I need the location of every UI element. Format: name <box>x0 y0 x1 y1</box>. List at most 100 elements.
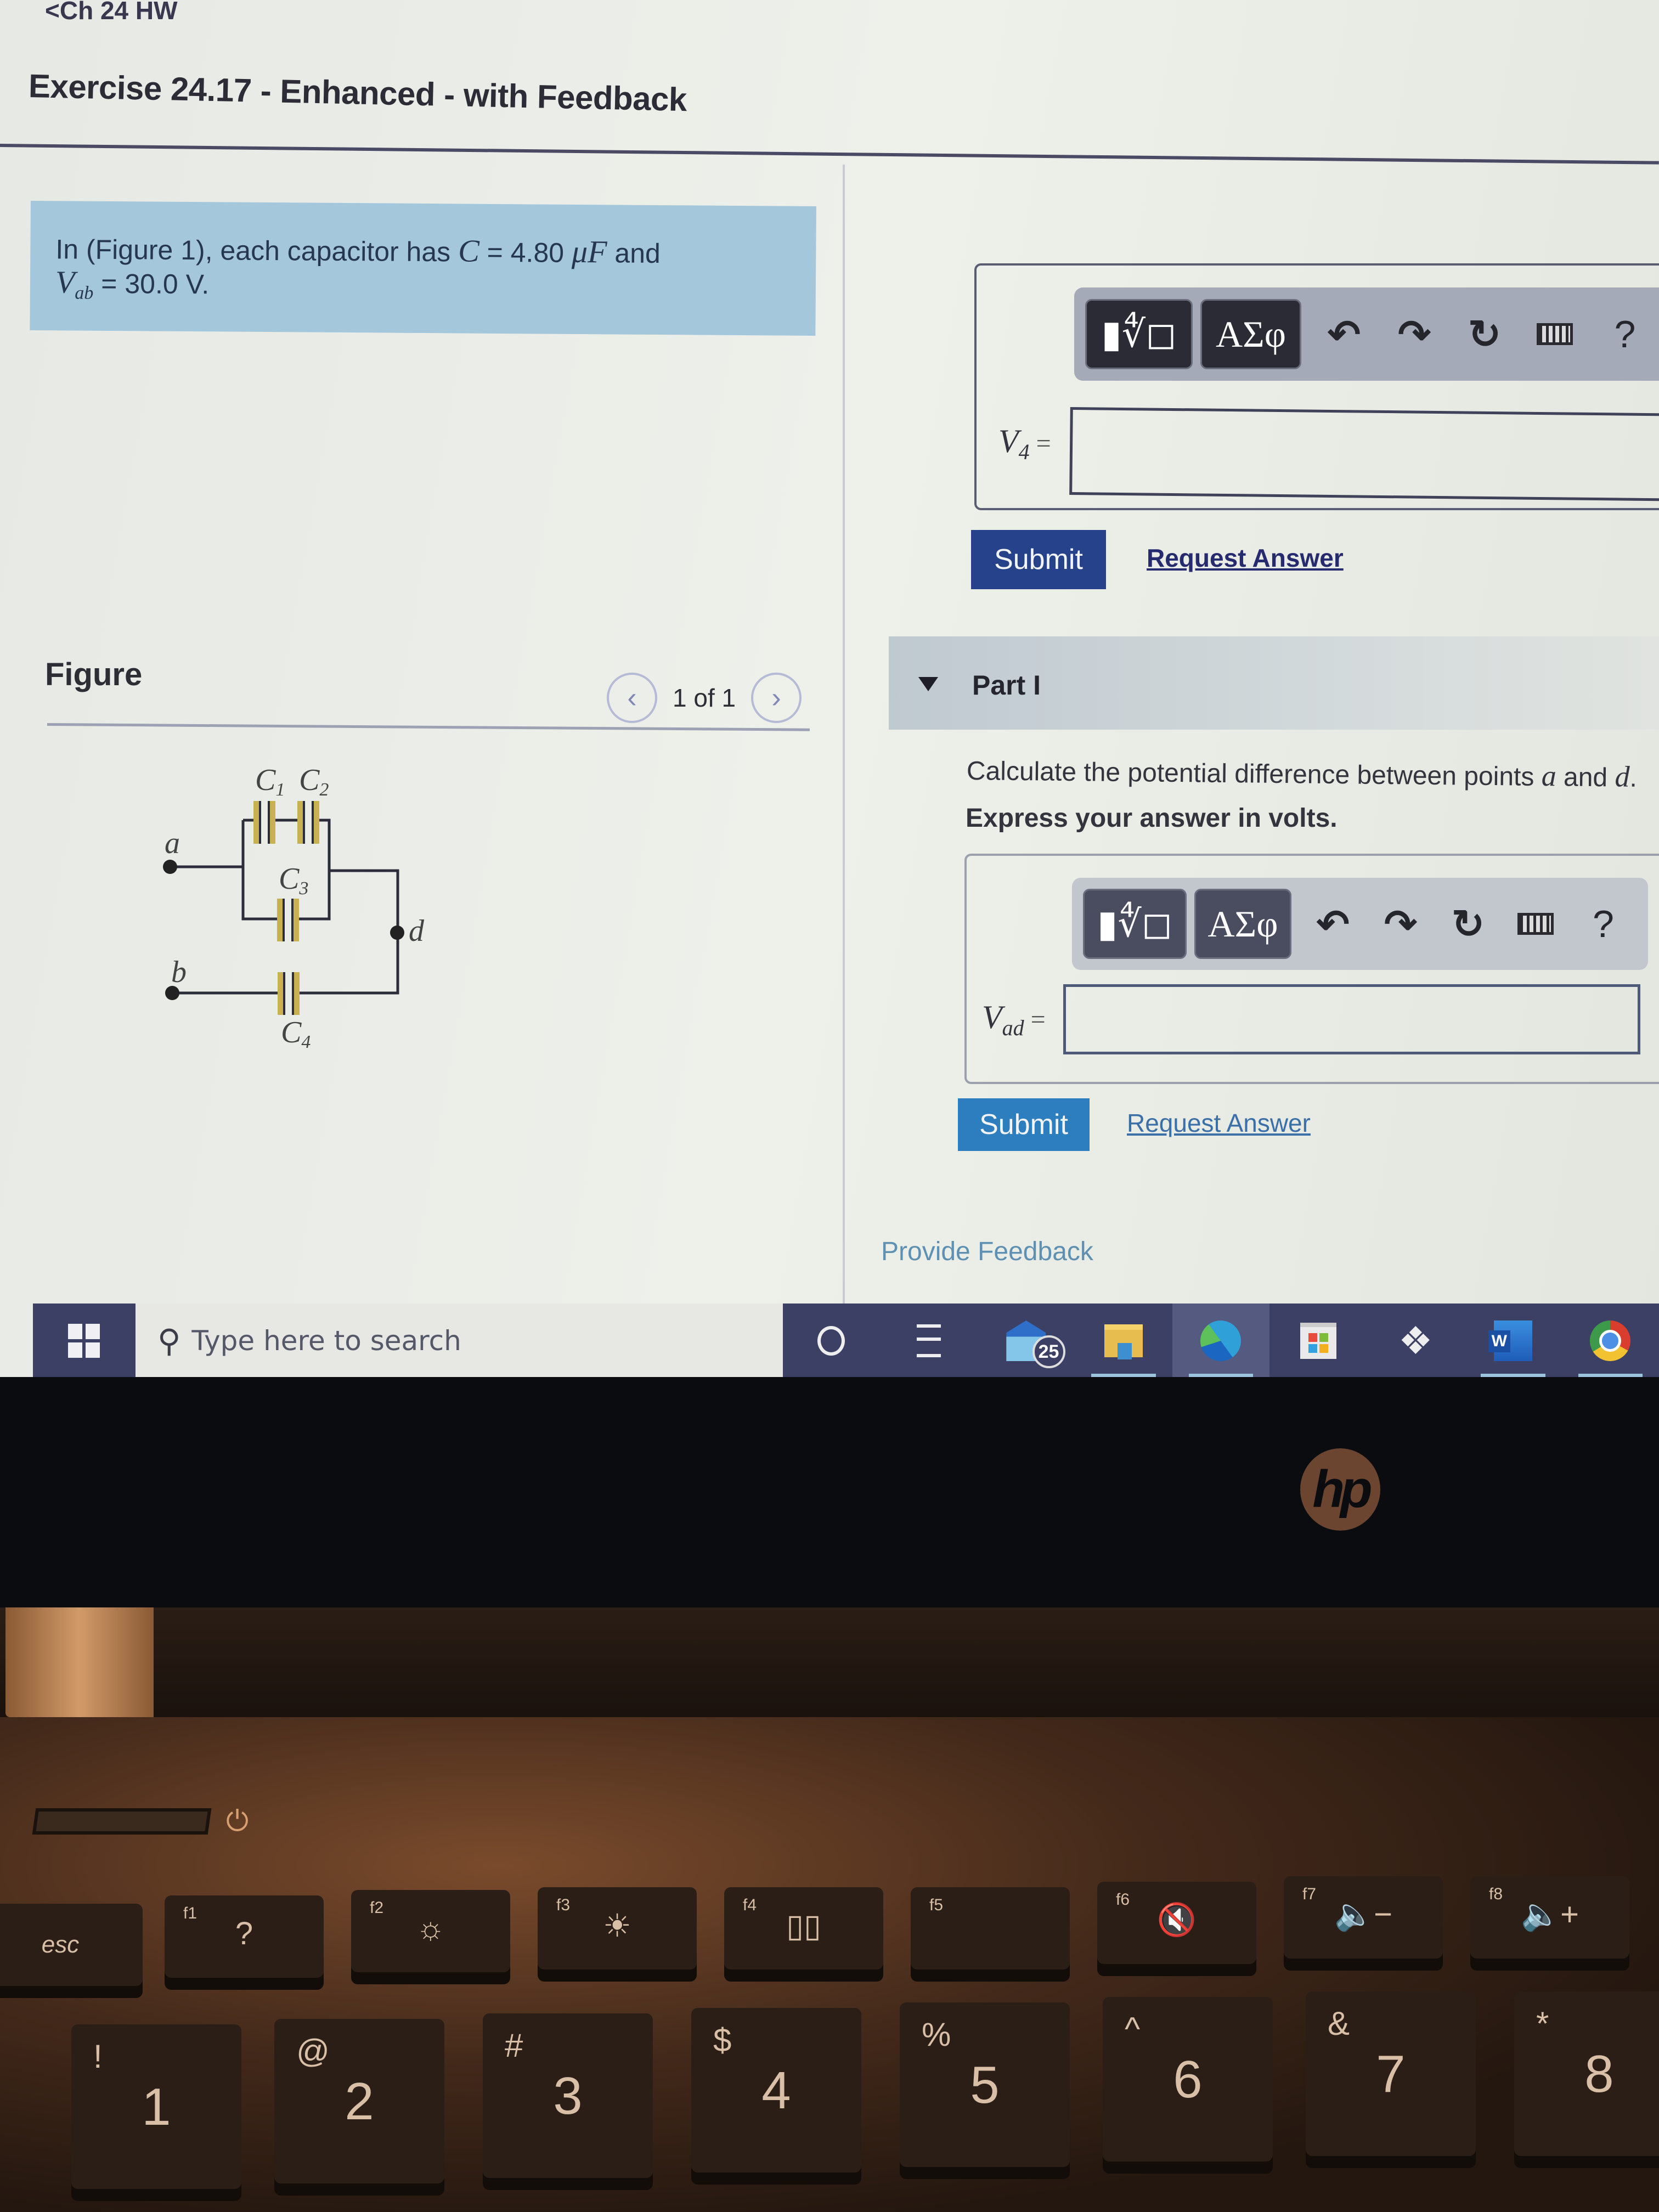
function-key[interactable]: f7 🔈− <box>1284 1876 1443 1959</box>
function-key-glyph: ? <box>235 1916 253 1951</box>
cortana-button[interactable] <box>783 1304 881 1377</box>
templates-button[interactable]: ▮∜◻ <box>1083 889 1187 959</box>
vad-label: Vad = <box>982 999 1046 1040</box>
reset-icon[interactable]: ↻ <box>1434 889 1502 959</box>
power-button[interactable] <box>32 1808 212 1835</box>
number-key[interactable]: @2 <box>274 2019 444 2183</box>
symbols-button[interactable]: ΑΣφ <box>1200 299 1301 369</box>
back-to-assignment-link[interactable]: <Ch 24 HW <box>45 0 178 25</box>
function-key[interactable]: f1? <box>165 1895 324 1978</box>
laptop-hinge <box>0 1607 1659 1717</box>
key-main-symbol: 2 <box>345 2072 374 2131</box>
chevron-right-icon: › <box>771 682 781 714</box>
key-main-symbol: 4 <box>761 2061 791 2120</box>
undo-icon[interactable]: ↶ <box>1309 299 1379 369</box>
label-c4: C4 <box>281 1015 311 1052</box>
key-shift-symbol: @ <box>296 2033 330 2069</box>
number-key[interactable]: * 8 <box>1514 1991 1659 2156</box>
math-toolbar-previous: ▮∜◻ ΑΣφ ↶ ↷ ↻ ? <box>1074 287 1659 381</box>
key-main-symbol: 1 <box>142 2078 171 2136</box>
browser-screen: <Ch 24 HW Exercise 24.17 - Enhanced - wi… <box>0 0 1659 1377</box>
keyboard-icon[interactable] <box>1520 299 1590 369</box>
label-d: d <box>409 914 425 948</box>
dropbox-icon: ❖ <box>1398 1319 1433 1362</box>
start-button[interactable] <box>33 1304 136 1377</box>
folder-icon <box>1104 1324 1143 1359</box>
problem-intro: In (Figure 1), each capacitor has C = 4.… <box>30 201 816 336</box>
label-b: b <box>171 955 187 989</box>
task-view-button[interactable] <box>880 1304 978 1377</box>
part-i-instruction: Express your answer in volts. <box>966 804 1338 833</box>
function-key-glyph: ▯▯ <box>786 1908 821 1944</box>
function-key[interactable]: f8 🔈+ <box>1470 1876 1629 1959</box>
capacitor-c4 <box>278 972 300 1015</box>
cortana-icon <box>817 1326 845 1356</box>
function-key[interactable]: f2 ☼ <box>351 1890 510 1972</box>
function-key[interactable]: f4 ▯▯ <box>724 1887 883 1970</box>
redo-icon[interactable]: ↷ <box>1379 299 1449 369</box>
symbols-button[interactable]: ΑΣφ <box>1194 889 1292 959</box>
number-key[interactable]: $4 <box>691 2008 861 2172</box>
templates-button[interactable]: ▮∜◻ <box>1085 299 1193 369</box>
file-explorer-app[interactable] <box>1075 1304 1172 1377</box>
key-shift-symbol: ^ <box>1125 2011 1141 2047</box>
function-key-glyph: esc <box>41 1931 80 1958</box>
help-icon[interactable]: ? <box>1590 299 1659 369</box>
figure-next-button[interactable]: › <box>751 673 802 723</box>
key-shift-symbol: $ <box>713 2022 732 2058</box>
v4-answer-input[interactable] <box>1069 407 1659 501</box>
redo-icon[interactable]: ↷ <box>1367 889 1434 959</box>
key-main-symbol: 7 <box>1376 2045 1406 2103</box>
function-key[interactable]: esc <box>0 1904 143 1986</box>
label-c1: C1 <box>255 763 285 800</box>
taskbar-search-input[interactable] <box>191 1325 686 1357</box>
mail-app[interactable]: 25 <box>978 1304 1075 1377</box>
request-answer-link-previous[interactable]: Request Answer <box>1147 543 1344 573</box>
laptop-bezel <box>0 1377 1659 1607</box>
key-main-symbol: 8 <box>1584 2045 1614 2103</box>
label-c2: C2 <box>299 763 329 800</box>
triangle-down-icon[interactable] <box>918 677 938 691</box>
key-shift-symbol: * <box>1536 2005 1549 2042</box>
submit-button-part-i[interactable]: Submit <box>958 1098 1090 1151</box>
key-shift-symbol: ! <box>93 2038 103 2075</box>
request-answer-link-part-i[interactable]: Request Answer <box>1127 1108 1311 1138</box>
function-key[interactable]: f6 🔇 <box>1097 1882 1256 1964</box>
number-key[interactable]: % 5 <box>900 2002 1070 2167</box>
undo-icon[interactable]: ↶ <box>1299 889 1367 959</box>
key-main-symbol: 5 <box>970 2056 1000 2114</box>
store-app[interactable] <box>1269 1304 1367 1377</box>
provide-feedback-link[interactable]: Provide Feedback <box>881 1237 1093 1267</box>
number-key[interactable]: ! 1 <box>71 2024 241 2189</box>
column-divider <box>843 165 845 1306</box>
figure-prev-button[interactable]: ‹ <box>607 673 657 723</box>
terminal-d <box>390 926 404 940</box>
number-key[interactable]: & 7 <box>1306 1991 1476 2156</box>
function-key[interactable]: f3 ☀ <box>538 1887 697 1970</box>
v4-label: V4 = <box>998 423 1051 464</box>
edge-app[interactable] <box>1172 1304 1270 1377</box>
number-key[interactable]: ^ 6 <box>1103 1997 1273 2162</box>
figure-page-count: 1 of 1 <box>673 684 736 712</box>
help-icon[interactable]: ? <box>1570 889 1637 959</box>
hp-logo: hp <box>1300 1448 1380 1531</box>
key-shift-symbol: % <box>922 2016 951 2053</box>
key-shift-symbol: # <box>505 2027 523 2064</box>
submit-button-previous[interactable]: Submit <box>971 530 1106 589</box>
dropbox-app[interactable]: ❖ <box>1367 1304 1465 1377</box>
power-icon: ⏻ <box>226 1805 249 1837</box>
chrome-icon <box>1590 1321 1631 1361</box>
word-app[interactable] <box>1464 1304 1562 1377</box>
chrome-app[interactable] <box>1562 1304 1659 1377</box>
label-a: a <box>165 826 180 860</box>
taskbar-search[interactable]: ⚲ <box>135 1304 783 1377</box>
function-key-glyph: 🔈− <box>1334 1897 1393 1932</box>
number-key[interactable]: #3 <box>483 2013 653 2178</box>
function-key[interactable]: f5 <box>911 1887 1070 1970</box>
title-divider <box>0 144 1659 165</box>
keyboard-icon[interactable] <box>1502 889 1570 959</box>
edge-icon <box>1200 1321 1242 1361</box>
function-key-glyph: ☀ <box>603 1908 631 1944</box>
vad-answer-input[interactable] <box>1063 984 1640 1054</box>
reset-icon[interactable]: ↻ <box>1449 299 1520 369</box>
